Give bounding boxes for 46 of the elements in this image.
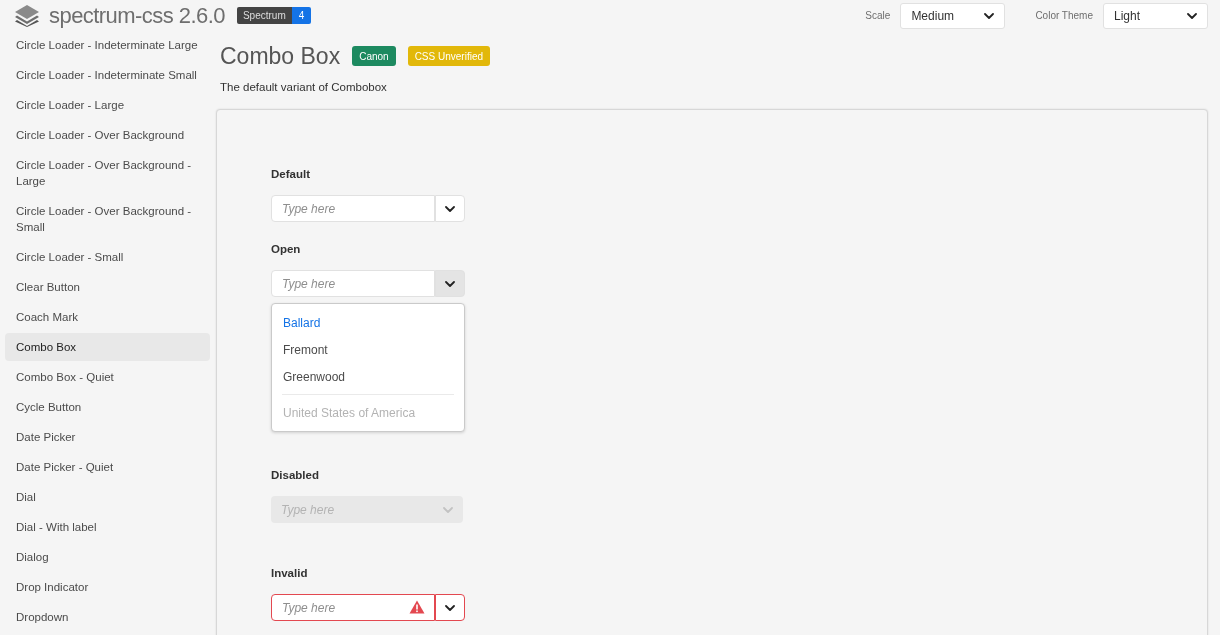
chevron-down-icon: [1187, 12, 1197, 19]
sidebar-item[interactable]: Clear Button: [5, 273, 210, 301]
app-title: spectrum-css 2.6.0: [49, 2, 225, 30]
dropdown-button[interactable]: [435, 594, 465, 622]
sidebar-item[interactable]: Dial: [5, 483, 210, 511]
page-description: The default variant of Combobox: [220, 80, 388, 95]
sidebar-item[interactable]: Cycle Button: [5, 393, 210, 421]
picker-dropdown[interactable]: Light: [1103, 2, 1208, 29]
sidebar-item[interactable]: Dropdown: [5, 603, 210, 631]
badge-label: Spectrum: [236, 7, 292, 24]
menu-item[interactable]: Ballard: [272, 309, 464, 337]
sidebar-item[interactable]: Circle Loader - Large: [5, 91, 210, 119]
sidebar-item[interactable]: Combo Box - Quiet: [5, 363, 210, 391]
chevron-down-icon: [445, 205, 455, 212]
chevron-down-icon: [445, 604, 455, 611]
chevron-down-icon: [443, 506, 453, 513]
sidebar-item[interactable]: Coach Mark: [5, 303, 210, 331]
warning-icon: [409, 600, 425, 615]
example-label: Invalid: [271, 566, 309, 581]
sidebar-item[interactable]: Combo Box: [5, 333, 210, 361]
sidebar-item[interactable]: Dialog: [5, 543, 210, 571]
example-label: Open: [271, 242, 302, 257]
sidebar-item[interactable]: Circle Loader - Over Background - Small: [5, 197, 210, 241]
status-tag: Canon: [352, 46, 396, 66]
chevron-down-icon: [984, 12, 995, 19]
sidebar-item[interactable]: Circle Loader - Small: [5, 243, 210, 271]
picker-dropdown[interactable]: Medium: [900, 2, 1006, 29]
chevron-down-icon: [445, 280, 455, 287]
picker-label: Scale: [865, 9, 891, 23]
layers-logo-icon: [14, 4, 40, 27]
status-tag: CSS Unverified: [407, 46, 490, 66]
sidebar-item[interactable]: Dial - With label: [5, 513, 210, 541]
input-field[interactable]: Type here: [271, 594, 435, 622]
page-title: Combo Box: [220, 42, 341, 70]
example-label: Default: [271, 167, 311, 182]
menu-item[interactable]: Fremont: [272, 336, 464, 364]
example-label: Disabled: [271, 468, 320, 483]
sidebar-item[interactable]: Drop Indicator: [5, 573, 210, 601]
menu-item[interactable]: Greenwood: [272, 363, 464, 391]
sidebar-item[interactable]: Date Picker - Quiet: [5, 453, 210, 481]
picker-label: Color Theme: [1035, 9, 1093, 23]
sidebar-item[interactable]: Date Picker: [5, 423, 210, 451]
sidebar-item[interactable]: Circle Loader - Indeterminate Small: [5, 61, 210, 89]
sidebar-item[interactable]: Circle Loader - Indeterminate Large: [5, 31, 210, 59]
sidebar-item[interactable]: Circle Loader - Over Background - Large: [5, 151, 210, 195]
sidebar-item[interactable]: Circle Loader - Over Background: [5, 121, 210, 149]
